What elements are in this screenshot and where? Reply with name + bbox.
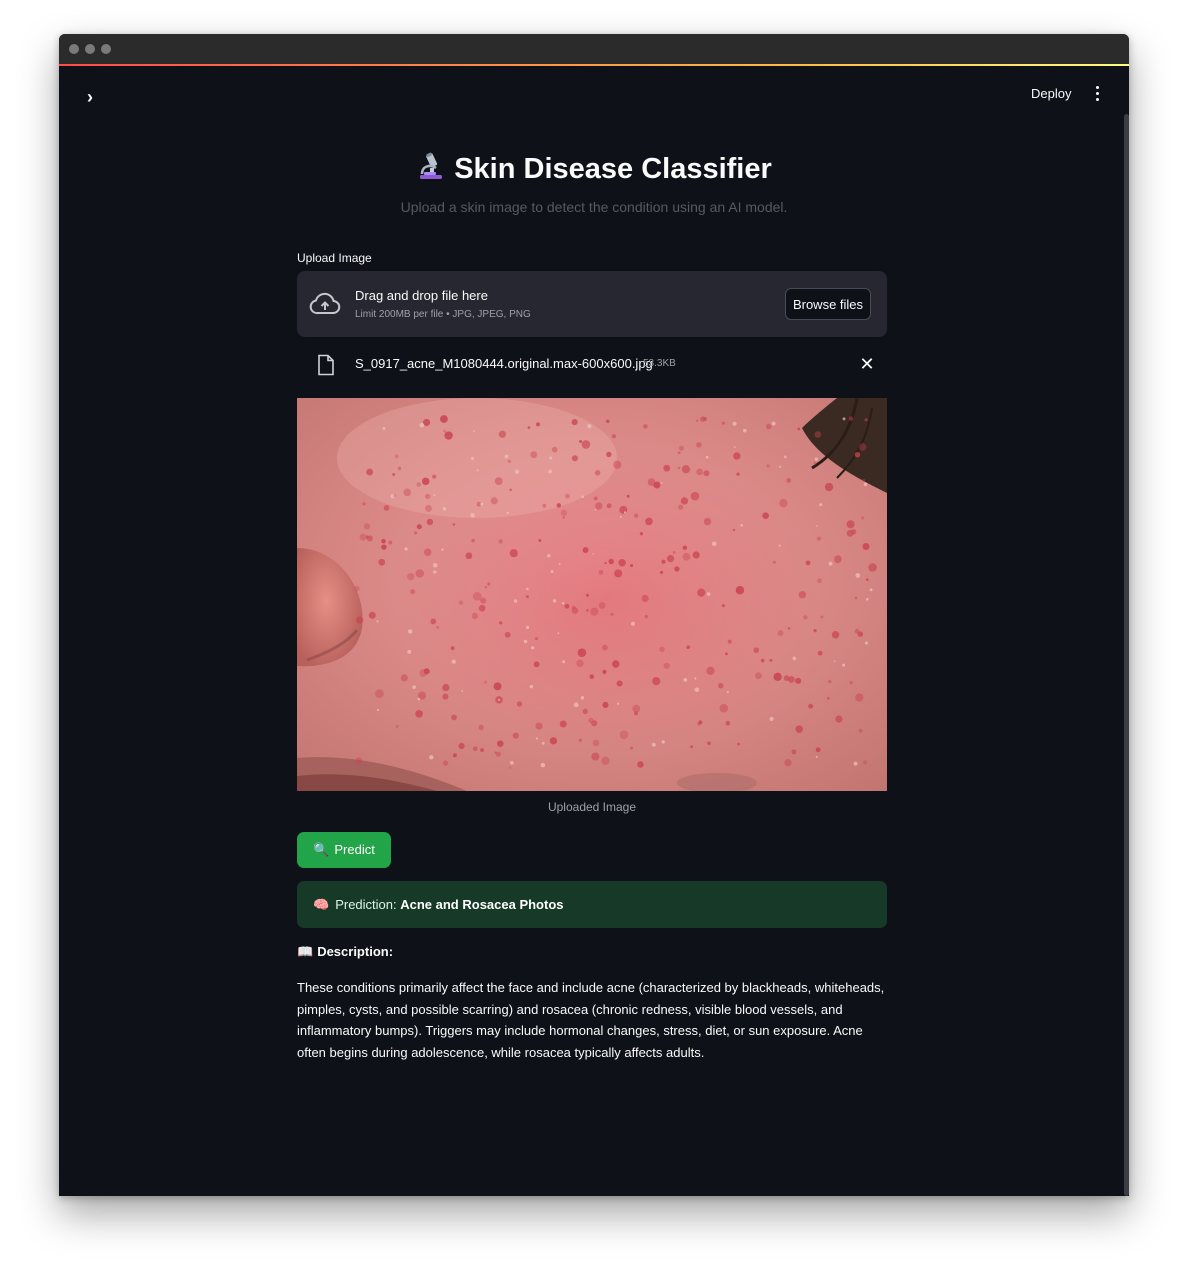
app-window: › Deploy Skin Disease Classifier Upload …: [59, 34, 1129, 1196]
predict-button[interactable]: 🔍 Predict: [297, 832, 391, 868]
window-control-minimize[interactable]: [85, 44, 95, 54]
file-name: S_0917_acne_M1080444.original.max-600x60…: [355, 356, 653, 371]
prediction-prefix: Prediction:: [335, 897, 397, 912]
file-dropzone[interactable]: Drag and drop file here Limit 200MB per …: [297, 271, 887, 337]
chevron-right-icon[interactable]: ›: [87, 88, 103, 106]
file-icon: [317, 354, 335, 376]
brain-icon: 🧠: [313, 897, 330, 912]
vertical-dots-icon[interactable]: [1091, 86, 1103, 102]
uploaded-file-row: S_0917_acne_M1080444.original.max-600x60…: [297, 350, 887, 380]
file-size: 53.3KB: [643, 358, 676, 369]
uploaded-image: [297, 398, 887, 791]
cloud-upload-icon: [309, 291, 341, 317]
header-decoration: [59, 64, 1129, 66]
dropzone-instructions: Drag and drop file here: [355, 288, 488, 303]
dropzone-limit: Limit 200MB per file • JPG, JPEG, PNG: [355, 309, 531, 320]
page-subtitle: Upload a skin image to detect the condit…: [400, 199, 788, 215]
book-icon: 📖: [297, 944, 314, 959]
close-icon[interactable]: ✕: [859, 355, 875, 373]
prediction-result: 🧠 Prediction: Acne and Rosacea Photos: [297, 881, 887, 928]
page-title-row: Skin Disease Classifier: [59, 152, 1129, 190]
image-caption: Uploaded Image: [547, 800, 637, 814]
description-heading: Description:: [317, 944, 394, 959]
page-title: Skin Disease Classifier: [454, 153, 772, 185]
scrollbar[interactable]: [1124, 114, 1129, 1196]
window-control-maximize[interactable]: [101, 44, 111, 54]
upload-label: Upload Image: [297, 251, 372, 265]
browse-files-button[interactable]: Browse files: [785, 288, 871, 320]
window-titlebar: [59, 34, 1129, 64]
deploy-button[interactable]: Deploy: [1031, 86, 1071, 101]
prediction-value: Acne and Rosacea Photos: [400, 897, 564, 912]
magnifier-icon: 🔍: [313, 842, 330, 857]
window-control-close[interactable]: [69, 44, 79, 54]
microscope-icon: [416, 152, 446, 190]
description-heading-row: 📖 Description:: [297, 944, 393, 960]
description-body: These conditions primarily affect the fa…: [297, 980, 885, 1060]
predict-button-label: Predict: [334, 842, 375, 857]
